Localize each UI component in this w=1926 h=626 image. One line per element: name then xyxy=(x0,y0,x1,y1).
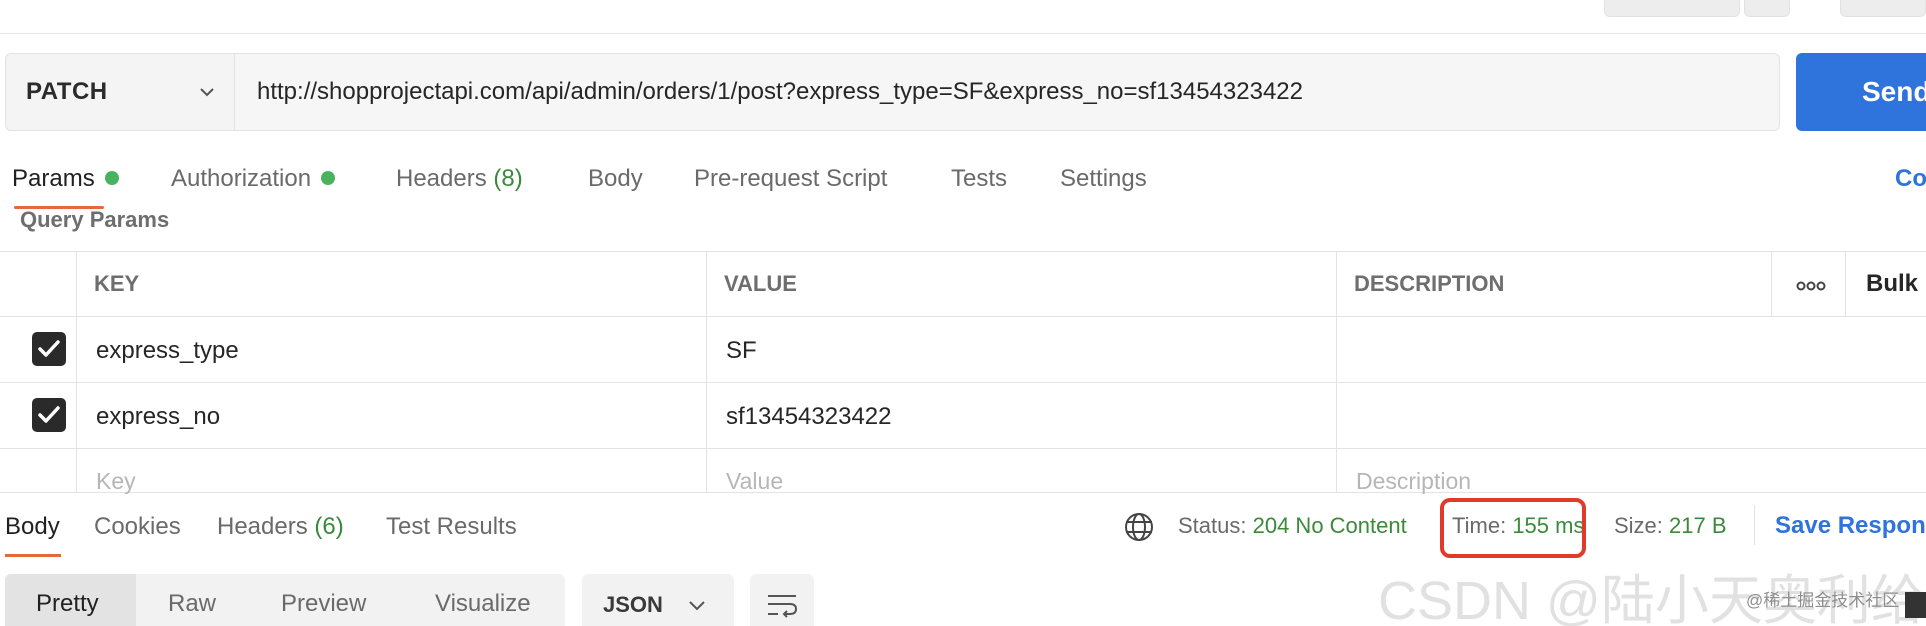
new-description-input[interactable]: Description xyxy=(1356,468,1471,495)
column-header-key: KEY xyxy=(94,271,140,296)
size-value: 217 B xyxy=(1669,513,1727,538)
column-divider xyxy=(1336,251,1337,492)
corner-icon xyxy=(1905,592,1926,618)
response-headers-count: (6) xyxy=(314,513,344,540)
response-tab-cookies[interactable]: Cookies xyxy=(94,513,181,541)
table-divider xyxy=(0,251,1926,252)
check-icon xyxy=(38,340,60,357)
column-divider xyxy=(706,251,707,492)
column-header-description: DESCRIPTION xyxy=(1354,271,1505,296)
bulk-edit-button[interactable]: Bulk E xyxy=(1866,270,1926,298)
toolbar-fragment xyxy=(1604,0,1740,17)
toolbar-fragment xyxy=(1840,0,1926,17)
tab-tests[interactable]: Tests xyxy=(951,165,1007,193)
method-select[interactable]: PATCH xyxy=(5,53,235,131)
format-label: JSON xyxy=(603,592,663,617)
tab-settings[interactable]: Settings xyxy=(1060,165,1147,193)
more-options-icon[interactable] xyxy=(1796,280,1826,292)
response-tab-body[interactable]: Body xyxy=(5,513,60,541)
response-tab-test-results[interactable]: Test Results xyxy=(386,513,517,541)
section-title: Query Params xyxy=(20,207,170,232)
url-text: http://shopprojectapi.com/api/admin/orde… xyxy=(257,78,1303,105)
column-header-value: VALUE xyxy=(724,271,797,296)
param-value[interactable]: sf13454323422 xyxy=(726,403,892,431)
highlight-box xyxy=(1440,498,1586,558)
status-value: 204 No Content xyxy=(1252,513,1407,538)
active-dot-icon xyxy=(104,170,119,185)
tab-body[interactable]: Body xyxy=(588,165,643,193)
tab-params-label: Params xyxy=(12,165,95,192)
header-divider xyxy=(0,33,1926,34)
status-label: Status: xyxy=(1178,513,1247,538)
tab-settings-label: Settings xyxy=(1060,165,1147,192)
method-label: PATCH xyxy=(26,78,108,105)
tab-body-label: Body xyxy=(588,165,643,192)
tab-tests-label: Tests xyxy=(951,165,1008,192)
view-mode-visualize[interactable]: Visualize xyxy=(435,590,531,618)
active-tab-indicator xyxy=(5,554,61,557)
response-headers-label: Headers xyxy=(217,513,308,540)
tab-authorization-label: Authorization xyxy=(171,165,312,192)
save-response-button[interactable]: Save Respon xyxy=(1775,512,1926,540)
table-divider xyxy=(0,316,1926,317)
response-tab-headers[interactable]: Headers (6) xyxy=(217,513,344,541)
view-mode-pretty[interactable]: Pretty xyxy=(36,590,99,618)
table-divider xyxy=(0,492,1926,493)
size-info: Size: 217 B xyxy=(1614,513,1727,539)
send-label: Send xyxy=(1862,76,1926,107)
globe-icon[interactable] xyxy=(1124,512,1154,542)
table-divider xyxy=(0,448,1926,449)
chevron-down-icon xyxy=(689,601,705,611)
cookies-link[interactable]: Co xyxy=(1895,165,1926,193)
active-dot-icon xyxy=(321,170,336,185)
view-mode-preview[interactable]: Preview xyxy=(281,590,366,618)
tab-params[interactable]: Params xyxy=(12,165,119,193)
tab-authorization[interactable]: Authorization xyxy=(171,165,336,193)
watermark-sub: @稀土掘金技术社区 xyxy=(1746,591,1900,610)
size-label: Size: xyxy=(1614,513,1663,538)
tab-headers[interactable]: Headers (8) xyxy=(396,165,523,193)
wrap-lines-icon xyxy=(768,595,798,618)
status-separator xyxy=(1754,505,1755,545)
headers-count: (8) xyxy=(493,165,523,192)
column-divider xyxy=(1771,251,1772,316)
check-icon xyxy=(38,406,60,423)
tab-headers-label: Headers xyxy=(396,165,487,192)
param-key[interactable]: express_no xyxy=(96,403,220,431)
new-key-input[interactable]: Key xyxy=(96,468,136,495)
table-divider xyxy=(0,382,1926,383)
toolbar-fragment xyxy=(1744,0,1790,17)
param-checkbox[interactable] xyxy=(32,398,66,432)
send-button[interactable]: Send xyxy=(1796,53,1926,131)
tab-pre-request-label: Pre-request Script xyxy=(694,165,888,192)
column-divider xyxy=(76,251,77,492)
param-checkbox[interactable] xyxy=(32,332,66,366)
tab-pre-request-script[interactable]: Pre-request Script xyxy=(694,165,887,193)
chevron-down-icon xyxy=(200,88,214,97)
wrap-lines-button[interactable] xyxy=(750,574,814,626)
param-key[interactable]: express_type xyxy=(96,337,239,365)
column-divider xyxy=(1845,251,1846,316)
url-input[interactable]: http://shopprojectapi.com/api/admin/orde… xyxy=(235,53,1780,131)
param-value[interactable]: SF xyxy=(726,337,757,365)
new-value-input[interactable]: Value xyxy=(726,468,783,495)
status-info: Status: 204 No Content xyxy=(1178,513,1407,539)
view-mode-raw[interactable]: Raw xyxy=(168,590,216,618)
